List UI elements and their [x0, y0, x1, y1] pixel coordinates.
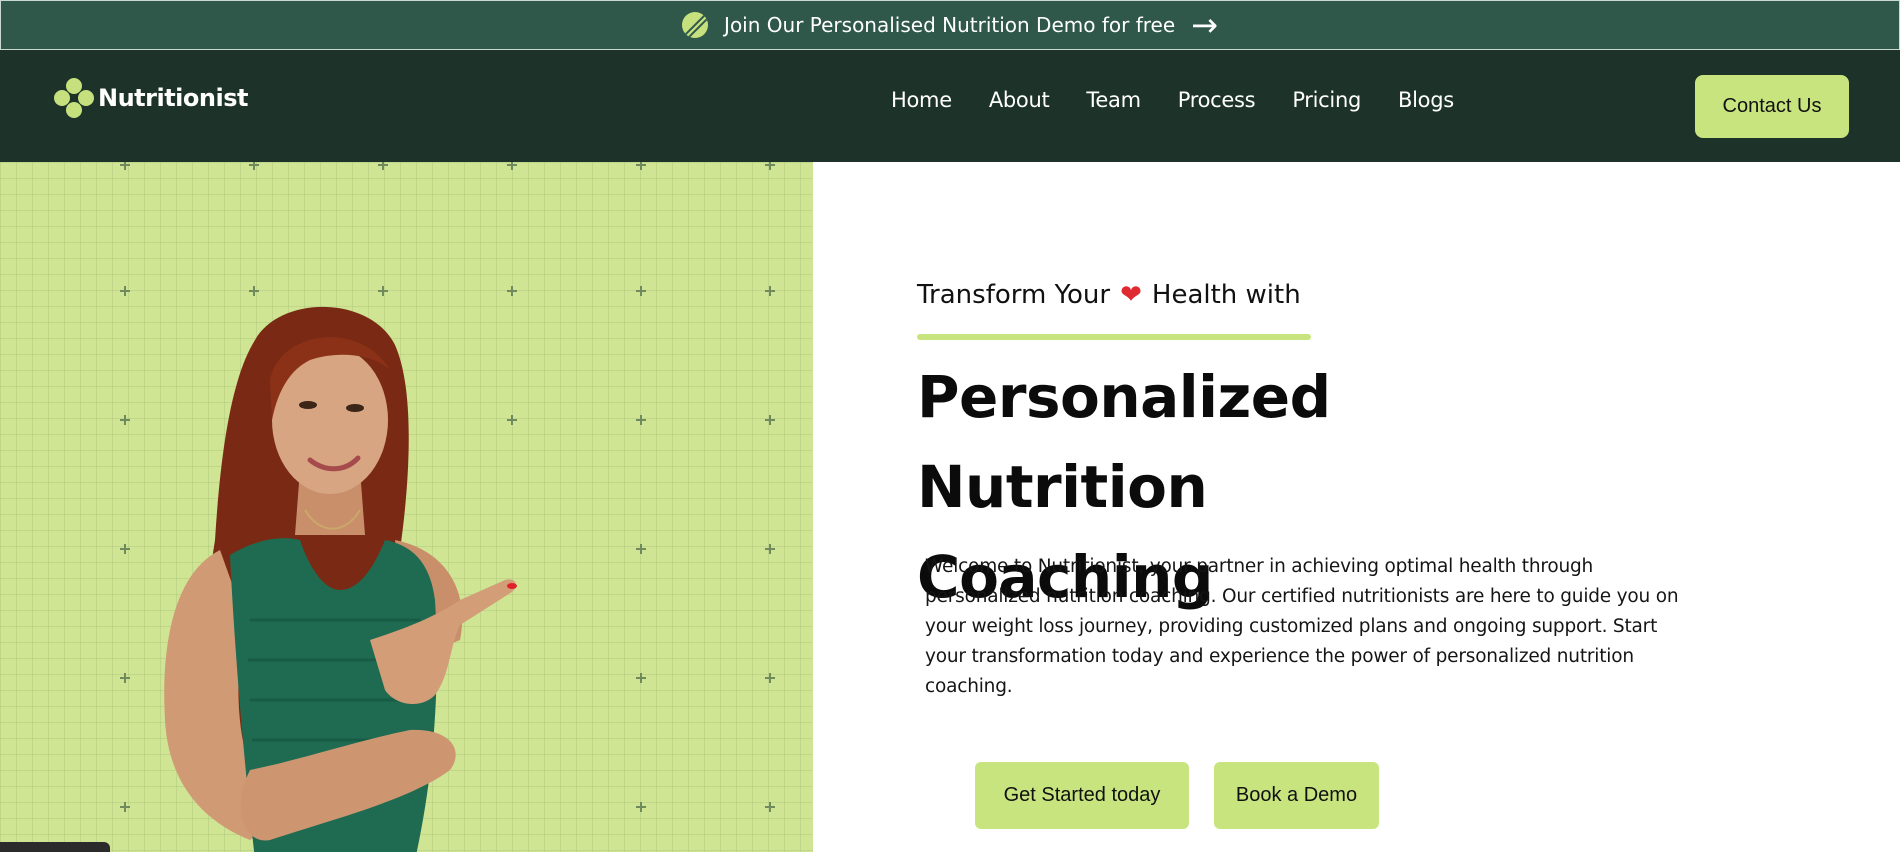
grid-plus-icon — [765, 415, 775, 425]
grid-plus-icon — [120, 415, 130, 425]
nav-link-home[interactable]: Home — [891, 88, 952, 112]
kicker-underline — [917, 334, 1311, 340]
grid-plus-icon — [765, 544, 775, 554]
hero-content: Transform Your ❤ Health with Personalize… — [813, 162, 1900, 852]
nav-link-blogs[interactable]: Blogs — [1398, 88, 1454, 112]
logo[interactable]: Nutritionist — [54, 78, 248, 118]
kicker-text-end: Health with — [1151, 280, 1301, 310]
grid-plus-icon — [507, 162, 517, 170]
arrow-right-icon[interactable]: → — [1191, 9, 1218, 41]
grid-plus-icon — [636, 415, 646, 425]
grid-plus-icon — [765, 673, 775, 683]
hero-image-panel — [0, 162, 813, 852]
nav-link-process[interactable]: Process — [1178, 88, 1256, 112]
grid-plus-icon — [378, 162, 388, 170]
hero-intro-text: Welcome to Nutritionist, your partner in… — [925, 556, 1679, 697]
status-tab — [0, 842, 110, 852]
get-started-button[interactable]: Get Started today — [975, 762, 1189, 829]
leaf-badge-icon — [682, 12, 709, 38]
grid-plus-icon — [765, 802, 775, 812]
heart-icon: ❤ — [1120, 280, 1142, 310]
grid-plus-icon — [636, 286, 646, 296]
nutritionist-portrait-image — [164, 306, 517, 852]
grid-plus-icon — [120, 544, 130, 554]
grid-plus-icon — [636, 802, 646, 812]
grid-plus-icon — [120, 673, 130, 683]
top-navigation: Nutritionist Home About Team Process Pri… — [0, 50, 1900, 162]
nav-link-about[interactable]: About — [989, 88, 1050, 112]
hero-kicker: Transform Your ❤ Health with — [917, 280, 1301, 310]
grid-plus-icon — [249, 286, 259, 296]
flower-logo-icon — [54, 78, 94, 118]
logo-text: Nutritionist — [98, 84, 248, 112]
grid-plus-icon — [120, 286, 130, 296]
grid-plus-icon — [249, 162, 259, 170]
grid-plus-icon — [636, 162, 646, 170]
nav-link-pricing[interactable]: Pricing — [1292, 88, 1361, 112]
main-menu: Home About Team Process Pricing Blogs — [891, 88, 1491, 112]
grid-plus-icon — [120, 802, 130, 812]
grid-plus-icon — [636, 544, 646, 554]
grid-plus-icon — [636, 673, 646, 683]
grid-plus-icon — [765, 162, 775, 170]
announcement-bar[interactable]: Join Our Personalised Nutrition Demo for… — [0, 0, 1900, 50]
kicker-text-start: Transform Your — [917, 280, 1111, 310]
grid-plus-icon — [507, 286, 517, 296]
announcement-text[interactable]: Join Our Personalised Nutrition Demo for… — [724, 13, 1175, 37]
grid-plus-icon — [378, 286, 388, 296]
book-demo-button[interactable]: Book a Demo — [1214, 762, 1379, 829]
grid-plus-icon — [120, 162, 130, 170]
hero-title-line1: Personalized Nutrition — [917, 363, 1331, 521]
contact-us-button[interactable]: Contact Us — [1695, 75, 1849, 138]
nav-link-team[interactable]: Team — [1086, 88, 1141, 112]
grid-plus-icon — [765, 286, 775, 296]
